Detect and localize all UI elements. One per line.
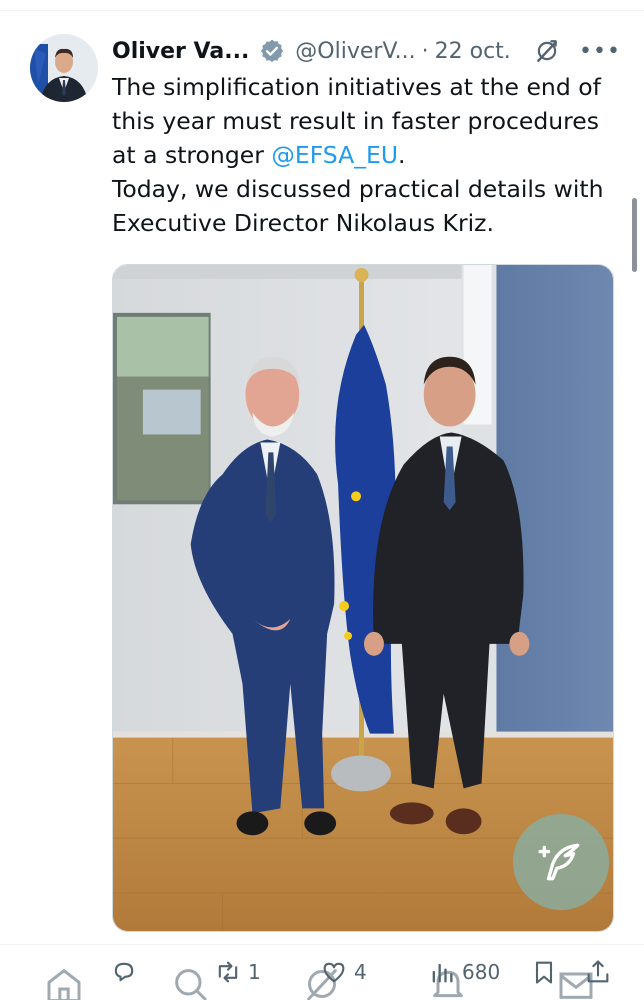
like-count: 4	[354, 960, 367, 984]
views-icon	[432, 963, 453, 983]
views-count: 680	[462, 960, 501, 984]
more-options-button[interactable]: •••	[579, 36, 620, 66]
heart-icon	[323, 962, 345, 983]
grok-icon[interactable]	[534, 38, 560, 64]
reply-button[interactable]	[110, 952, 144, 992]
share-icon	[587, 960, 609, 983]
tweet-text-line: at a stronger @EFSA_EU.	[112, 138, 617, 172]
tweet-header: Oliver Va... @OliverV... · 22 oct. •••	[112, 36, 632, 66]
repost-icon	[218, 961, 238, 983]
tweet-text-segment: at a stronger	[112, 141, 272, 169]
bookmark-button[interactable]	[530, 952, 558, 992]
like-button[interactable]: 4	[320, 952, 367, 992]
top-divider	[0, 10, 644, 11]
tweet-text: The simplification initiatives at the en…	[112, 70, 617, 240]
repost-count: 1	[248, 960, 261, 984]
views-button[interactable]: 680	[428, 952, 500, 992]
mention-link[interactable]: @EFSA_EU	[271, 141, 398, 169]
verified-badge-icon	[261, 39, 284, 63]
home-icon[interactable]	[44, 964, 84, 1000]
repost-button[interactable]: 1	[214, 952, 261, 992]
tweet-action-bar: 1 4 680	[110, 952, 625, 992]
action-bar-divider	[0, 944, 644, 945]
compose-post-icon	[538, 843, 580, 881]
bookmark-icon	[535, 961, 553, 984]
reply-icon	[114, 962, 134, 982]
tweet-text-line: The simplification initiatives at the en…	[112, 73, 601, 101]
scrollbar-thumb[interactable]	[632, 198, 637, 272]
author-avatar[interactable]	[30, 34, 98, 102]
tweet-text-line: this year must result in faster procedur…	[112, 107, 600, 135]
tweet-text-line: Today, we discussed practical details wi…	[112, 175, 604, 203]
tweet-text-segment: .	[398, 141, 406, 169]
separator-dot: ·	[421, 38, 429, 64]
share-button[interactable]	[584, 952, 612, 992]
author-name[interactable]: Oliver Va...	[112, 39, 249, 64]
tweet-timestamp[interactable]: 22 oct.	[435, 39, 511, 64]
compose-post-button[interactable]	[513, 814, 609, 910]
author-handle[interactable]: @OliverV...	[295, 39, 415, 64]
tweet-text-line: Executive Director Nikolaus Kriz.	[112, 209, 494, 237]
